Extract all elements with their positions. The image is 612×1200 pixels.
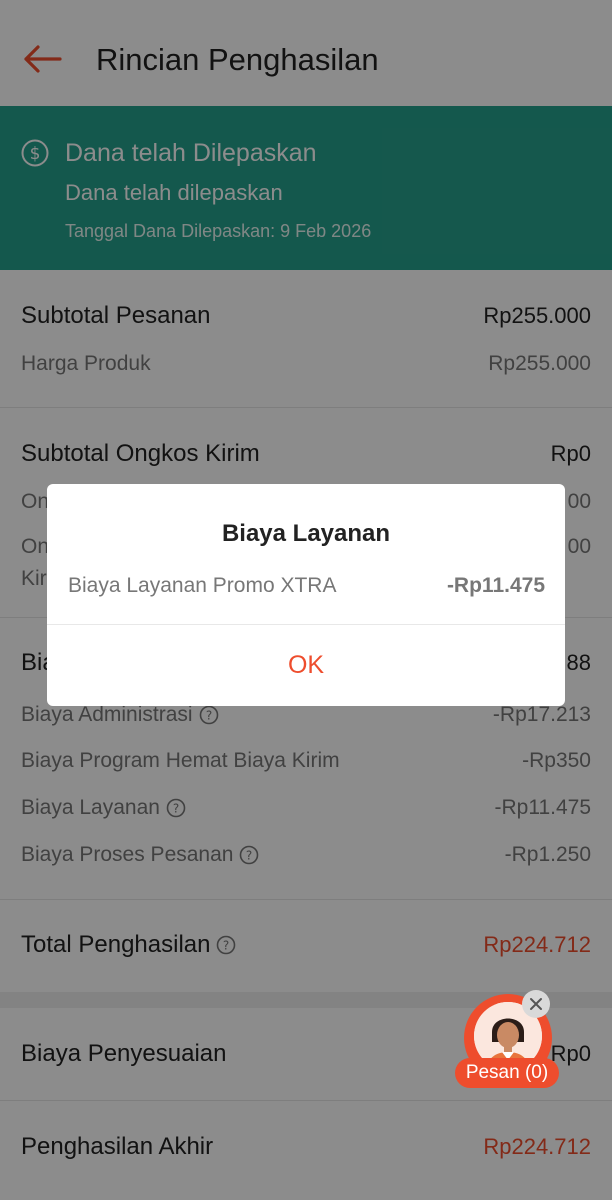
chat-label[interactable]: Pesan (0) xyxy=(455,1058,559,1088)
dialog-title: Biaya Layanan xyxy=(221,520,391,547)
dialog-row-value: -Rp11.475 xyxy=(446,574,545,597)
chat-widget[interactable]: Pesan (0) xyxy=(455,990,560,1092)
dialog-row: Biaya Layanan Promo XTRA -Rp11.475 xyxy=(68,574,545,598)
close-icon[interactable] xyxy=(522,990,550,1018)
ok-button[interactable]: OK xyxy=(47,625,565,706)
dialog-row-label: Biaya Layanan Promo XTRA xyxy=(68,574,337,597)
info-dialog: Biaya Layanan Biaya Layanan Promo XTRA -… xyxy=(47,484,565,706)
